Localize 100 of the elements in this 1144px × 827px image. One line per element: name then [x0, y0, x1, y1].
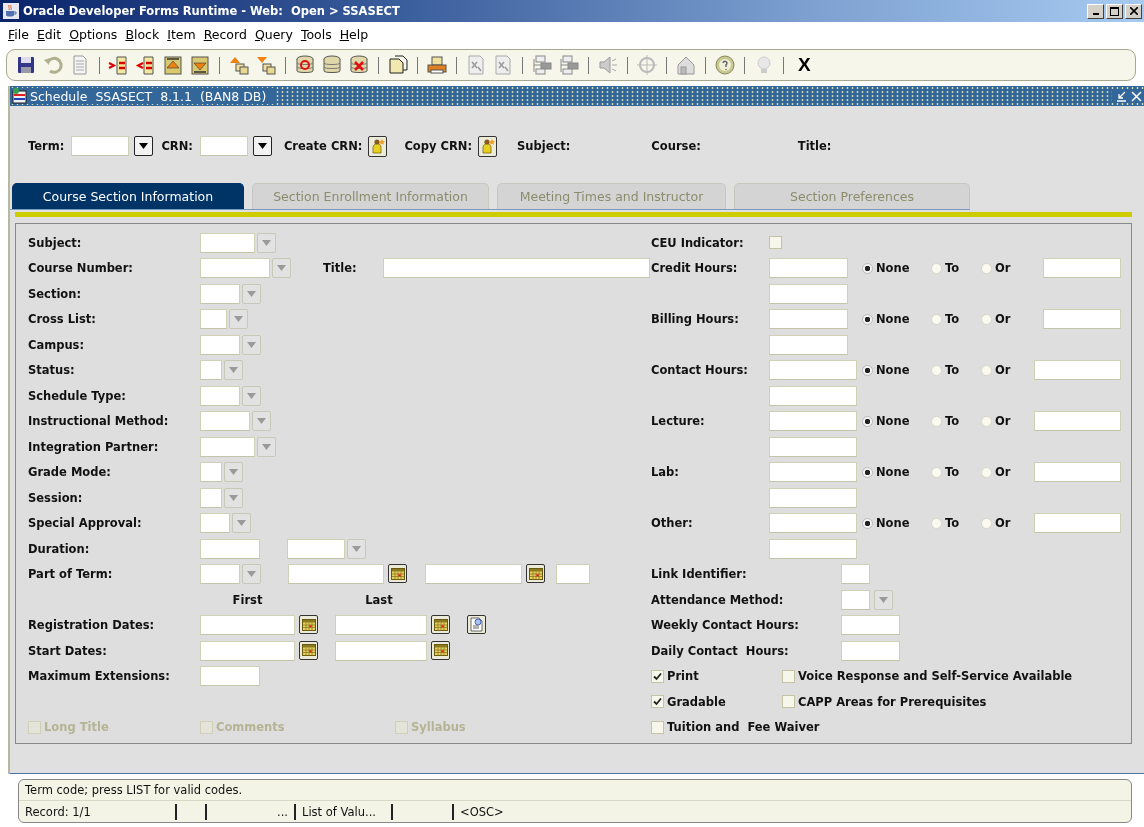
radio-button[interactable] — [931, 262, 942, 274]
menu-item[interactable]: Help — [335, 26, 373, 42]
radio-button[interactable] — [931, 313, 942, 325]
date-field[interactable] — [200, 615, 295, 635]
radio-button[interactable] — [931, 466, 942, 478]
input-field[interactable] — [841, 615, 900, 635]
input-field[interactable] — [769, 309, 848, 329]
input-field[interactable] — [769, 436, 857, 457]
input-field[interactable] — [769, 538, 857, 559]
input-field[interactable] — [769, 258, 848, 278]
page-arrow-icon[interactable] — [135, 54, 157, 76]
input-field[interactable] — [200, 385, 240, 406]
printer-icon[interactable] — [426, 54, 448, 76]
radio-button[interactable] — [862, 262, 873, 274]
input-field[interactable] — [769, 411, 857, 431]
calendar-button[interactable] — [431, 615, 450, 634]
radio-button[interactable] — [862, 517, 873, 529]
page-arrow-icon[interactable] — [108, 54, 130, 76]
input-field[interactable] — [769, 513, 857, 533]
date-field[interactable] — [425, 564, 522, 584]
person-button[interactable] — [368, 135, 388, 157]
radio-button[interactable] — [931, 415, 942, 427]
speaker-icon[interactable] — [597, 54, 619, 76]
radio-button[interactable] — [981, 313, 992, 325]
date-field[interactable] — [288, 564, 384, 584]
checkbox[interactable] — [769, 236, 782, 249]
page-symbol-icon[interactable] — [492, 54, 514, 76]
pages-icon[interactable] — [387, 54, 409, 76]
input-field[interactable] — [1043, 309, 1121, 329]
input-field[interactable] — [769, 385, 857, 406]
input-field[interactable] — [841, 640, 900, 661]
menu-item[interactable]: File — [4, 26, 33, 42]
input-field[interactable] — [556, 564, 590, 584]
block-diagram-icon[interactable] — [531, 54, 553, 76]
input-field[interactable] — [841, 564, 870, 584]
checkbox[interactable] — [651, 720, 664, 734]
input-field[interactable] — [200, 513, 230, 533]
maximize-button[interactable] — [1106, 3, 1123, 19]
exit-button[interactable]: X — [798, 54, 811, 76]
calendar-button[interactable] — [299, 640, 318, 660]
radio-button[interactable] — [981, 364, 992, 376]
tab[interactable]: Course Section Information — [12, 183, 244, 209]
checkbox[interactable] — [651, 669, 664, 683]
input-field[interactable] — [200, 462, 222, 482]
input-field[interactable] — [1043, 258, 1121, 278]
radio-button[interactable] — [931, 517, 942, 529]
dropdown-button[interactable] — [252, 136, 272, 156]
calendar-button[interactable] — [299, 615, 318, 634]
input-field[interactable] — [1034, 360, 1121, 380]
calendar-button[interactable] — [431, 640, 450, 660]
radio-button[interactable] — [981, 262, 992, 274]
calendar-button[interactable] — [388, 564, 407, 583]
input-field[interactable] — [200, 436, 255, 457]
menu-item[interactable]: Item — [163, 26, 200, 42]
input-field[interactable] — [200, 334, 240, 355]
input-field[interactable] — [1034, 462, 1121, 482]
minimize-icon[interactable] — [1116, 90, 1127, 102]
database-x-icon[interactable] — [348, 54, 370, 76]
checkbox[interactable] — [651, 695, 664, 708]
input-field[interactable] — [769, 360, 857, 380]
input-field[interactable] — [71, 136, 130, 156]
input-field[interactable] — [200, 283, 240, 304]
input-field[interactable] — [1034, 513, 1121, 533]
menu-item[interactable]: Options — [65, 26, 122, 42]
checkbox[interactable] — [782, 695, 795, 708]
radio-button[interactable] — [931, 364, 942, 376]
menu-item[interactable]: Block — [121, 26, 164, 42]
radio-button[interactable] — [981, 466, 992, 478]
input-field[interactable] — [200, 487, 222, 508]
menu-item[interactable]: Record — [199, 26, 251, 42]
details-button[interactable] — [467, 615, 486, 634]
radio-button[interactable] — [862, 313, 873, 325]
calendar-button[interactable] — [526, 564, 545, 583]
input-field[interactable] — [841, 589, 870, 610]
undo-arrow-icon[interactable] — [42, 54, 64, 76]
house-icon[interactable] — [675, 54, 697, 76]
radio-button[interactable] — [862, 415, 873, 427]
block-diagram-icon[interactable] — [558, 54, 580, 76]
checkbox[interactable] — [782, 669, 795, 683]
minimize-button[interactable] — [1087, 3, 1104, 19]
date-field[interactable] — [335, 640, 427, 661]
input-field[interactable] — [200, 411, 250, 431]
input-field[interactable] — [200, 666, 260, 686]
input-field[interactable] — [200, 360, 222, 380]
input-field[interactable] — [200, 309, 227, 329]
menu-item[interactable]: Tools — [296, 26, 336, 42]
input-field[interactable] — [200, 232, 255, 253]
input-field[interactable] — [200, 564, 240, 584]
help-icon[interactable] — [714, 54, 736, 76]
input-field[interactable] — [200, 258, 270, 278]
menu-item[interactable]: Query — [250, 26, 297, 42]
page-symbol-icon[interactable] — [465, 54, 487, 76]
crosshair-icon[interactable] — [636, 54, 658, 76]
close-icon[interactable] — [1131, 90, 1142, 102]
radio-button[interactable] — [862, 364, 873, 376]
person-button[interactable] — [478, 135, 497, 157]
dropdown-button[interactable] — [134, 136, 154, 156]
radio-button[interactable] — [981, 415, 992, 427]
radio-button[interactable] — [862, 466, 873, 478]
date-field[interactable] — [200, 640, 295, 661]
